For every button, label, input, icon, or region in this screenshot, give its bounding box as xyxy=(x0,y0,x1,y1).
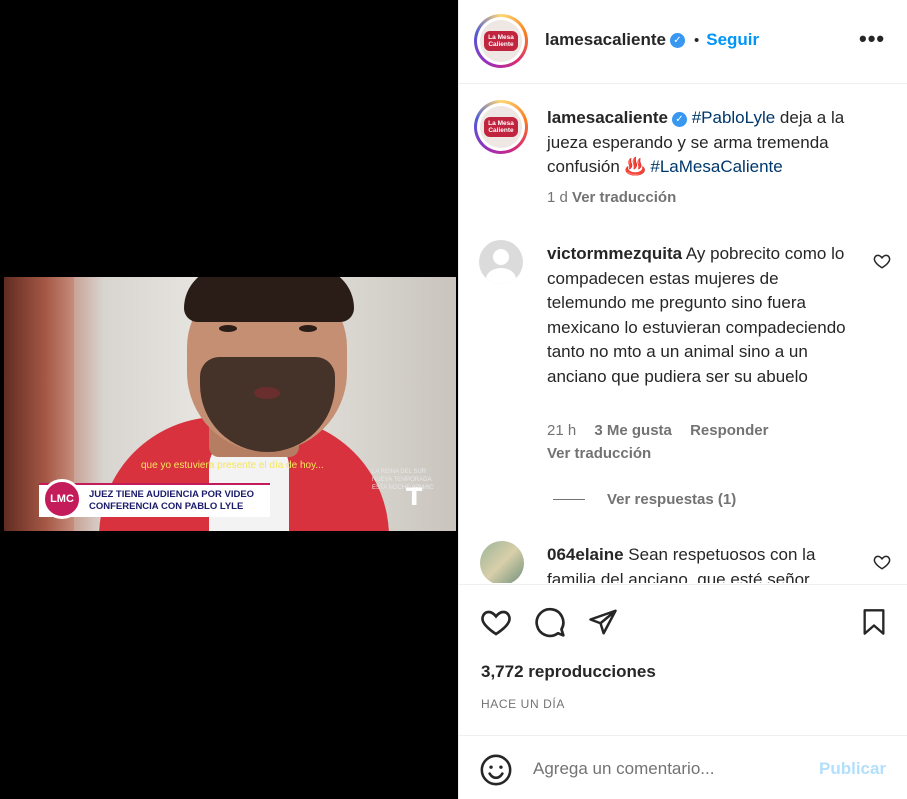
translate-link[interactable]: Ver traducción xyxy=(572,189,676,206)
video-headline: JUEZ TIENE AUDIENCIA POR VIDEO CONFERENC… xyxy=(89,489,255,512)
comment-body: Ay pobrecito como lo compadecen estas mu… xyxy=(547,244,846,386)
caption-username[interactable]: lamesacaliente xyxy=(547,108,668,127)
person-eye xyxy=(219,325,237,332)
video-player[interactable]: que yo estuviera presente el día de hoy.… xyxy=(0,0,458,799)
post-caption: lamesacaliente ✓ #PabloLyle deja a la jue… xyxy=(547,106,877,180)
person-mouth xyxy=(254,387,280,399)
emoji-icon[interactable] xyxy=(479,753,513,787)
more-options-icon[interactable]: ••• xyxy=(859,26,885,52)
comment-time: 21 h xyxy=(547,422,577,439)
comment-composer: Publicar xyxy=(459,735,907,799)
comment-username[interactable]: 064elaine xyxy=(547,545,624,564)
reply-button[interactable]: Responder xyxy=(690,422,768,439)
person-hair xyxy=(184,277,354,322)
person-eye xyxy=(299,325,317,332)
avatar-logo: La Mesa Caliente xyxy=(484,31,518,51)
view-replies[interactable]: Ver respuestas (1) xyxy=(553,491,736,508)
replies-divider xyxy=(553,499,585,500)
comment-bubble-icon[interactable] xyxy=(533,605,567,639)
verified-badge-icon: ✓ xyxy=(669,32,685,48)
follow-button[interactable]: Seguir xyxy=(706,30,759,50)
hashtag-link[interactable]: #PabloLyle xyxy=(692,108,776,127)
publish-button[interactable]: Publicar xyxy=(819,759,886,779)
commenter-avatar[interactable] xyxy=(479,240,523,284)
separator-dot: • xyxy=(693,31,700,49)
commenter-avatar[interactable] xyxy=(480,541,524,583)
caption-time: 1 d xyxy=(547,189,568,206)
comment-translate: Ver traducción xyxy=(547,445,651,462)
comment-meta: 21 h 3 Me gusta Responder xyxy=(547,422,782,439)
like-comment-heart-icon[interactable] xyxy=(873,252,891,270)
like-heart-icon[interactable] xyxy=(479,605,513,639)
post-timestamp: HACE UN DÍA xyxy=(481,697,565,711)
post-sidebar: La Mesa Caliente lamesacaliente ✓ • Segu… xyxy=(458,0,907,799)
video-subtitle: que yo estuviera presente el día de hoy.… xyxy=(141,460,324,471)
header-identity: lamesacaliente ✓ • Seguir xyxy=(545,30,759,50)
view-replies-label[interactable]: Ver respuestas (1) xyxy=(607,491,736,508)
show-badge: LMC xyxy=(42,479,82,519)
verified-badge-icon: ✓ xyxy=(671,112,687,127)
promo-text: LA REINA DEL SUR NUEVA TEMPORADA ESTA NO… xyxy=(372,469,434,491)
hashtag-link[interactable]: #LaMesaCaliente xyxy=(650,157,782,176)
like-comment-heart-icon[interactable] xyxy=(873,553,891,571)
comments-list[interactable]: La Mesa Caliente lamesacaliente ✓ #PabloL… xyxy=(459,85,907,583)
comment-text: 064elaine Sean respetuosos con la famili… xyxy=(547,543,857,583)
comment-input[interactable] xyxy=(533,756,803,782)
post-header: La Mesa Caliente lamesacaliente ✓ • Segu… xyxy=(459,0,907,84)
post-actions: 3,772 reproducciones HACE UN DÍA xyxy=(459,584,907,735)
avatar-logo: La Mesa Caliente xyxy=(484,117,518,137)
translate-link[interactable]: Ver traducción xyxy=(547,445,651,462)
header-username[interactable]: lamesacaliente xyxy=(545,30,666,50)
comment-likes[interactable]: 3 Me gusta xyxy=(594,422,672,439)
comment-text: victormmezquita Ay pobrecito como lo com… xyxy=(547,242,857,389)
view-count[interactable]: 3,772 reproducciones xyxy=(481,662,656,682)
caption-meta: 1 d Ver traducción xyxy=(547,189,676,206)
video-frame[interactable]: que yo estuviera presente el día de hoy.… xyxy=(4,277,456,531)
share-send-icon[interactable] xyxy=(586,605,620,639)
comment-username[interactable]: victormmezquita xyxy=(547,244,682,263)
telemundo-logo: T xyxy=(406,483,423,511)
save-bookmark-icon[interactable] xyxy=(857,605,891,639)
caption-avatar[interactable]: La Mesa Caliente xyxy=(474,100,528,154)
profile-avatar[interactable]: La Mesa Caliente xyxy=(474,14,528,68)
